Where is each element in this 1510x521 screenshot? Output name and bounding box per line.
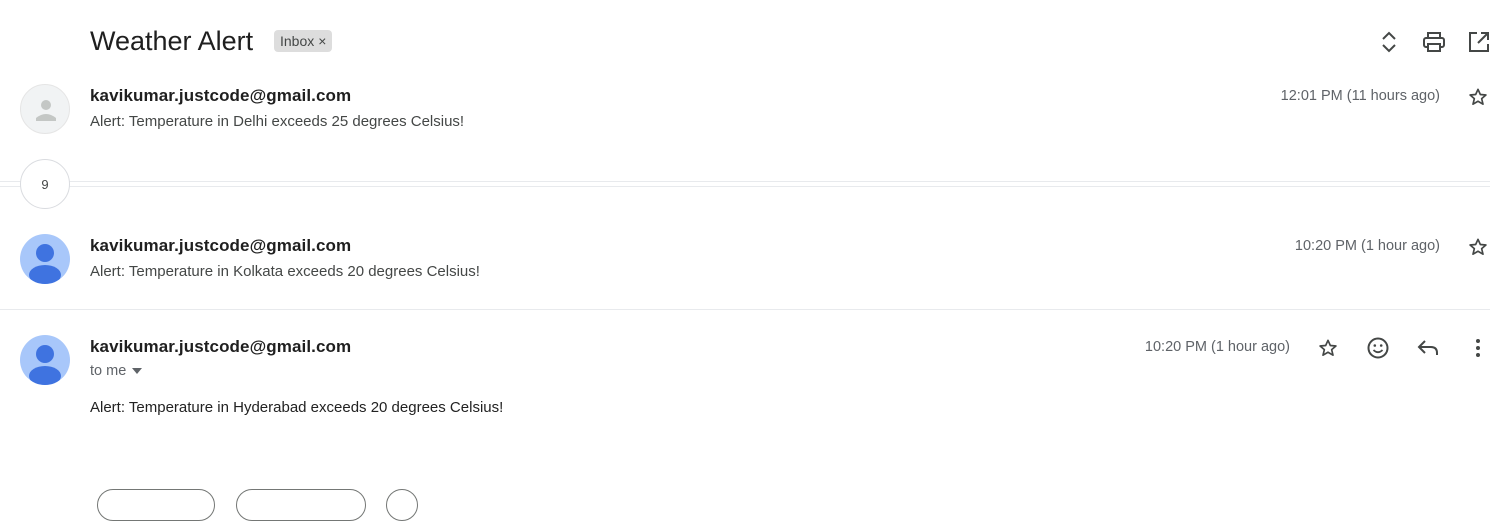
print-icon[interactable] — [1421, 29, 1447, 55]
avatar[interactable] — [20, 84, 70, 134]
sender-name[interactable]: kavikumar.justcode@gmail.com — [90, 236, 351, 256]
avatar[interactable] — [20, 335, 70, 385]
unfold-icon[interactable] — [1376, 29, 1402, 55]
reply-pill-button[interactable] — [97, 489, 215, 521]
sender-name[interactable]: kavikumar.justcode@gmail.com — [90, 337, 351, 357]
message-time: 10:20 PM (1 hour ago) — [1294, 238, 1440, 254]
remove-label-button[interactable]: × — [318, 30, 326, 52]
recipient-text: to me — [90, 363, 127, 379]
star-icon[interactable] — [1315, 335, 1341, 361]
star-icon[interactable] — [1465, 84, 1491, 110]
message-time: 10:20 PM (1 hour ago) — [1144, 339, 1290, 355]
sender-name[interactable]: kavikumar.justcode@gmail.com — [90, 86, 351, 106]
default-avatar-icon — [36, 100, 56, 121]
person-avatar-icon — [29, 345, 61, 385]
message-body: Alert: Temperature in Hyderabad exceeds … — [90, 399, 504, 416]
reply-icon[interactable] — [1415, 335, 1441, 361]
message-time: 12:01 PM (11 hours ago) — [1280, 88, 1440, 104]
open-in-new-window-icon[interactable] — [1466, 29, 1492, 55]
recipient-details-toggle[interactable]: to me — [90, 363, 143, 379]
message-snippet[interactable]: Alert: Temperature in Kolkata exceeds 20… — [90, 263, 480, 280]
collapsed-divider-top — [0, 181, 1490, 182]
thread-subject: Weather Alert — [90, 26, 254, 56]
avatar[interactable] — [20, 234, 70, 284]
inbox-label-chip[interactable]: Inbox × — [274, 30, 333, 52]
forward-pill-button[interactable] — [236, 489, 366, 521]
message-divider — [0, 309, 1490, 310]
emoji-pill-button[interactable] — [386, 489, 418, 521]
star-icon[interactable] — [1465, 234, 1491, 260]
collapsed-messages-count[interactable]: 9 — [20, 159, 70, 209]
collapsed-divider-bottom — [0, 186, 1490, 187]
more-vert-icon[interactable] — [1465, 335, 1491, 361]
person-avatar-icon — [29, 244, 61, 284]
label-text: Inbox — [280, 33, 315, 49]
caret-down-icon — [132, 368, 143, 374]
emoji-icon[interactable] — [1365, 335, 1391, 361]
message-snippet[interactable]: Alert: Temperature in Delhi exceeds 25 d… — [90, 113, 464, 130]
